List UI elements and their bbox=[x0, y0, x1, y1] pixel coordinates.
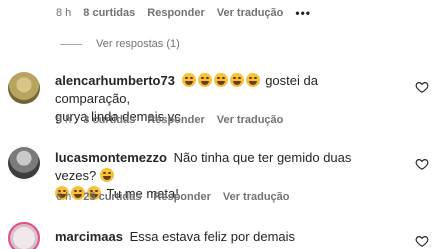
comment-meta: 6 h 25 curtidas Responder Ver tradução bbox=[56, 191, 302, 203]
likes-count[interactable]: 3 curtidas bbox=[83, 114, 135, 126]
comment-item: marcimaas Essa estava feliz por demais bbox=[8, 220, 435, 249]
comment-time: 5 h bbox=[56, 114, 72, 126]
heart-outline-icon[interactable] bbox=[415, 234, 429, 248]
comment-time: 6 h bbox=[56, 191, 72, 203]
comment-time: 8 h bbox=[56, 7, 72, 19]
replies-divider bbox=[60, 43, 82, 45]
comment-username[interactable]: lucasmontemezzo bbox=[55, 150, 167, 165]
comment-meta: 5 h 3 curtidas Responder Ver tradução bbox=[56, 114, 295, 126]
avatar[interactable] bbox=[8, 147, 40, 179]
translate-link[interactable]: Ver tradução bbox=[217, 7, 284, 19]
translate-link[interactable]: Ver tradução bbox=[217, 114, 284, 126]
more-options-icon[interactable]: ••• bbox=[295, 6, 311, 20]
likes-count[interactable]: 8 curtidas bbox=[83, 7, 135, 19]
laughing-emoji-icon bbox=[181, 73, 196, 87]
likes-count[interactable]: 25 curtidas bbox=[83, 191, 141, 203]
view-replies-label: Ver respostas (1) bbox=[96, 38, 180, 50]
comment-text-part: Essa estava feliz por demais bbox=[129, 229, 296, 244]
comment-username[interactable]: alencarhumberto73 bbox=[55, 73, 175, 88]
laughing-emoji-icon bbox=[197, 73, 212, 87]
heart-outline-icon[interactable] bbox=[415, 80, 429, 94]
reply-button[interactable]: Responder bbox=[153, 191, 210, 203]
translate-link[interactable]: Ver tradução bbox=[223, 191, 290, 203]
comment-username[interactable]: marcimaas bbox=[55, 229, 123, 244]
laughing-emoji-icon bbox=[99, 168, 114, 182]
laughing-emoji-icon bbox=[245, 73, 260, 87]
comment-meta: 8 h 8 curtidas Responder Ver tradução ••… bbox=[56, 6, 323, 20]
comment-item: alencarhumberto73 gostei da comparação, … bbox=[8, 68, 435, 132]
view-replies-toggle[interactable]: Ver respostas (1) bbox=[60, 38, 180, 50]
comment-text: marcimaas Essa estava feliz por demais bbox=[55, 228, 395, 246]
comment-item: lucasmontemezzo Não tinha que ter gemido… bbox=[8, 145, 435, 209]
avatar[interactable] bbox=[8, 72, 40, 104]
avatar[interactable] bbox=[8, 222, 40, 249]
reply-button[interactable]: Responder bbox=[147, 7, 204, 19]
heart-outline-icon[interactable] bbox=[415, 157, 429, 171]
reply-button[interactable]: Responder bbox=[147, 114, 204, 126]
laughing-emoji-icon bbox=[229, 73, 244, 87]
laughing-emoji-icon bbox=[213, 73, 228, 87]
